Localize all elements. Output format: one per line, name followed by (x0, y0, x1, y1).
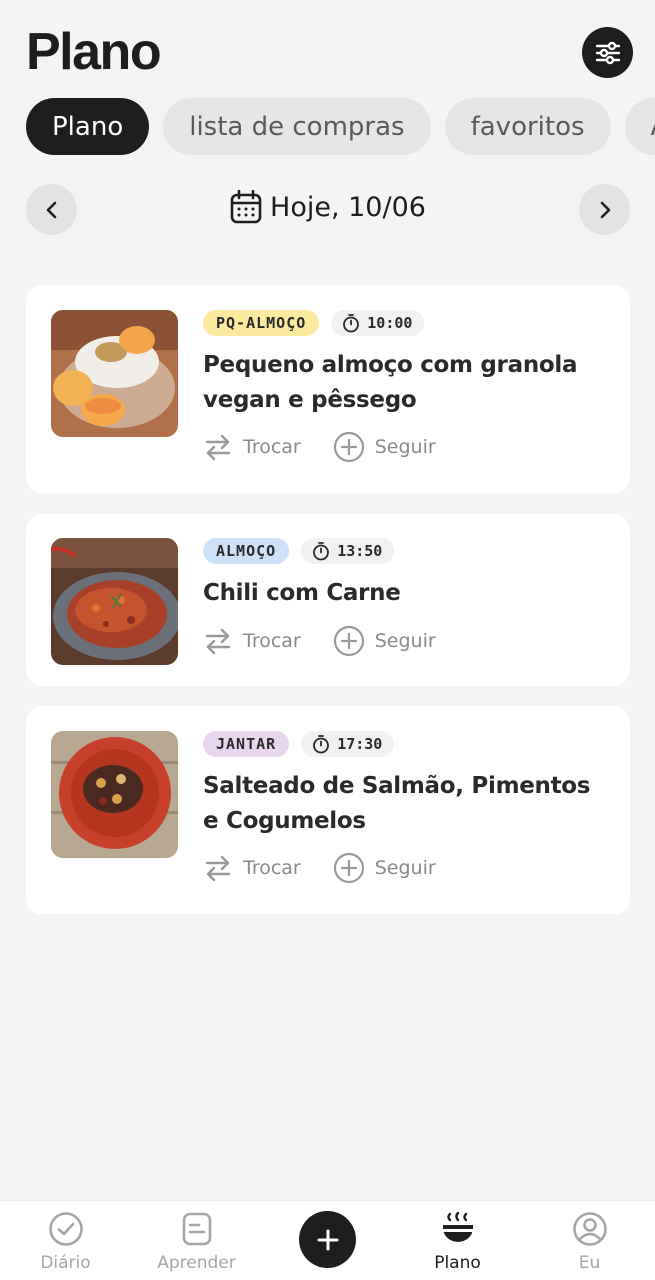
swap-label: Trocar (243, 436, 301, 458)
nav-label: Aprender (157, 1253, 236, 1273)
tab-plano[interactable]: Plano (26, 98, 150, 155)
stopwatch-icon (313, 542, 330, 561)
calendar-icon (230, 190, 262, 224)
meal-actions: Trocar Seguir (203, 431, 436, 463)
filter-button[interactable] (582, 27, 633, 78)
swap-button[interactable]: Trocar (203, 626, 301, 656)
page-title: Plano (26, 23, 162, 81)
meal-info: PQ-ALMOÇO 10:00 Pequeno almoço com grano… (203, 310, 610, 418)
meal-card[interactable]: JANTAR 17:30 Salteado de Salmão, Pimento… (26, 706, 630, 914)
tab-favoritos[interactable]: favoritos (444, 98, 611, 155)
sliders-icon (595, 41, 620, 64)
meal-time: 17:30 (301, 731, 395, 757)
meal-type-badge: PQ-ALMOÇO (203, 310, 320, 336)
swap-button[interactable]: Trocar (203, 432, 301, 462)
recipe-image[interactable] (51, 731, 178, 858)
nav-item-eu[interactable]: Eu (524, 1211, 655, 1273)
stopwatch-icon (313, 735, 330, 754)
meal-actions: Trocar Seguir (203, 625, 436, 657)
nav-label: Diário (40, 1253, 91, 1273)
plus-icon (317, 1229, 338, 1250)
meal-time-text: 13:50 (337, 542, 383, 560)
tab-lista-de-compras[interactable]: lista de compras (163, 98, 431, 155)
plus-circle-icon (333, 852, 364, 884)
recipe-image[interactable] (51, 310, 178, 437)
tab-more[interactable]: A (624, 98, 655, 155)
nav-item-plano[interactable]: Plano (392, 1211, 523, 1273)
meal-info: ALMOÇO 13:50 Chili com Carne (203, 538, 610, 611)
recipe-image[interactable] (51, 538, 178, 665)
swap-arrows-icon (205, 855, 231, 882)
nav-item-diario[interactable]: Diário (0, 1211, 131, 1273)
nav-item-aprender[interactable]: Aprender (131, 1211, 262, 1273)
meal-card[interactable]: PQ-ALMOÇO 10:00 Pequeno almoço com grano… (26, 285, 630, 493)
meal-type-badge: JANTAR (203, 731, 290, 757)
meal-info: JANTAR 17:30 Salteado de Salmão, Pimento… (203, 731, 610, 839)
recipe-title[interactable]: Salteado de Salmão, Pimentos e Cogumelos (203, 769, 610, 839)
date-text: Hoje, 10/06 (270, 191, 426, 223)
recipe-title[interactable]: Chili com Carne (203, 576, 610, 611)
follow-button[interactable]: Seguir (333, 852, 436, 884)
recipe-title[interactable]: Pequeno almoço com granola vegan e pêsse… (203, 348, 610, 418)
check-circle-icon (48, 1212, 83, 1246)
meal-meta: JANTAR 17:30 (203, 731, 610, 757)
header: Plano (0, 0, 655, 100)
meal-time-text: 10:00 (367, 314, 413, 332)
user-icon (572, 1212, 607, 1246)
stopwatch-icon (343, 314, 360, 333)
follow-label: Seguir (374, 436, 436, 458)
swap-label: Trocar (243, 630, 301, 652)
swap-arrows-icon (205, 434, 231, 461)
bowl-icon (442, 1211, 473, 1242)
meal-meta: PQ-ALMOÇO 10:00 (203, 310, 610, 336)
follow-button[interactable]: Seguir (333, 431, 436, 463)
follow-label: Seguir (374, 857, 436, 879)
swap-label: Trocar (243, 857, 301, 879)
meal-time: 13:50 (301, 538, 395, 564)
follow-button[interactable]: Seguir (333, 625, 436, 657)
current-date[interactable]: Hoje, 10/06 (26, 190, 630, 224)
meal-actions: Trocar Seguir (203, 852, 436, 884)
date-navigator: Hoje, 10/06 (26, 184, 630, 235)
plus-circle-icon (333, 625, 364, 657)
tab-bar: Plano lista de compras favoritos A (26, 98, 655, 155)
meal-meta: ALMOÇO 13:50 (203, 538, 610, 564)
plus-circle-icon (333, 431, 364, 463)
add-button[interactable] (299, 1211, 356, 1268)
chevron-right-icon (600, 201, 610, 218)
document-icon (182, 1212, 211, 1246)
meal-time-text: 17:30 (337, 735, 383, 753)
swap-button[interactable]: Trocar (203, 853, 301, 883)
meal-card[interactable]: ALMOÇO 13:50 Chili com Carne Trocar Segu… (26, 514, 630, 686)
swap-arrows-icon (205, 628, 231, 655)
nav-label: Eu (578, 1253, 601, 1273)
bottom-nav: Diário Aprender Plano Eu (0, 1200, 655, 1280)
follow-label: Seguir (374, 630, 436, 652)
meal-time: 10:00 (331, 310, 425, 336)
nav-label: Plano (434, 1253, 481, 1273)
next-day-button[interactable] (579, 184, 630, 235)
meal-type-badge: ALMOÇO (203, 538, 290, 564)
